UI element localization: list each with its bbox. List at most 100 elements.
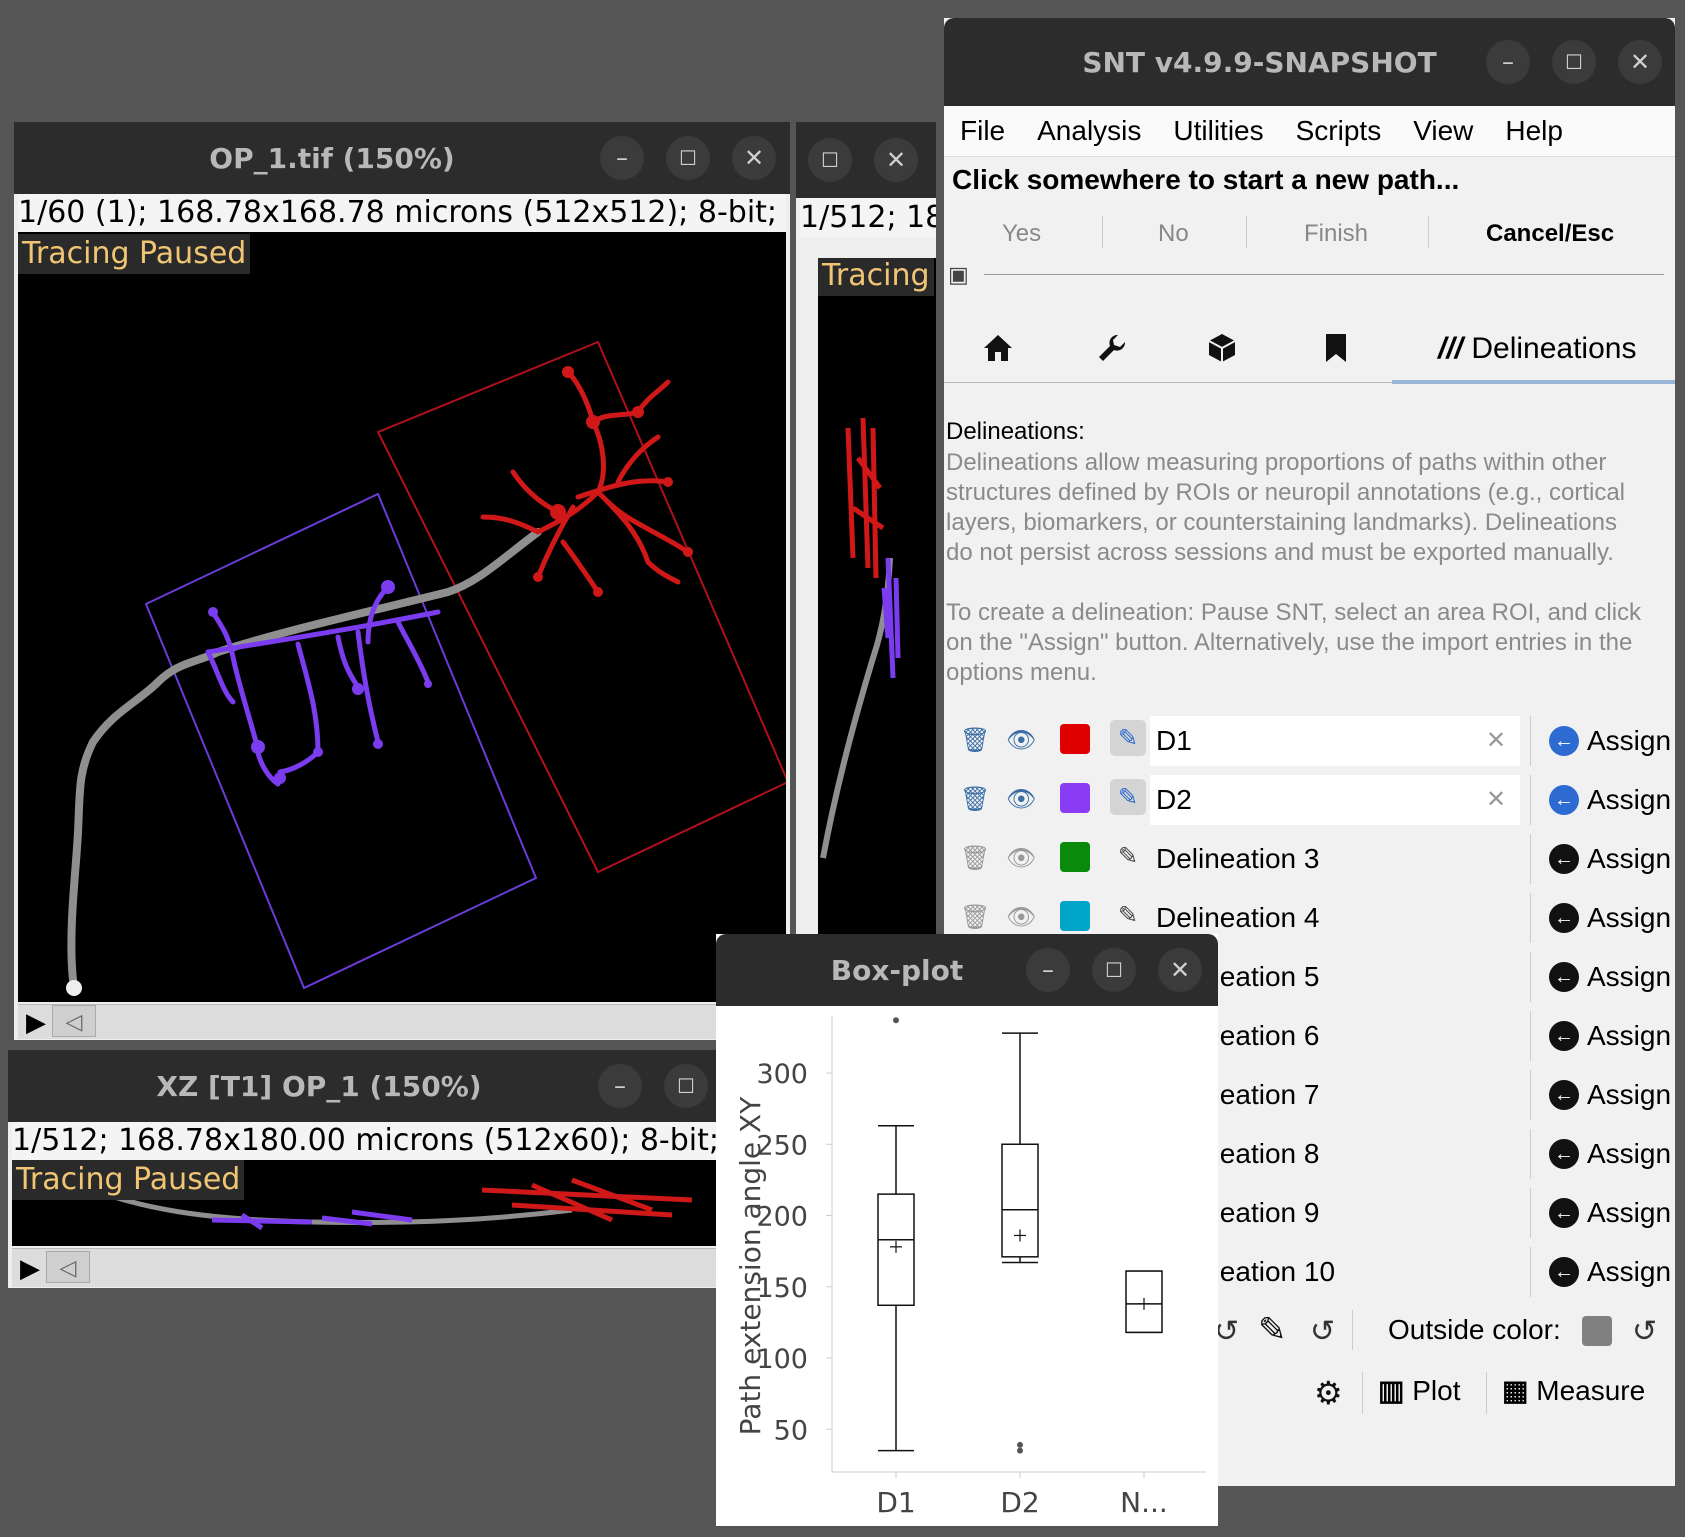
op1-title: OP_1.tif (150%): [209, 141, 455, 175]
status-prompt: Click somewhere to start a new path...: [952, 164, 1460, 195]
assign-button[interactable]: ← Assign: [1530, 1188, 1671, 1238]
arrow-left-icon: ←: [1549, 902, 1579, 933]
op1-close-button[interactable]: ✕: [732, 136, 776, 180]
menu-utilities[interactable]: Utilities: [1173, 115, 1263, 147]
snt-maximize-button[interactable]: ☐: [1552, 40, 1596, 84]
xz-maximize-button[interactable]: ☐: [664, 1064, 708, 1108]
divider: [1352, 1310, 1353, 1350]
bookmark-icon[interactable]: [1322, 332, 1350, 372]
wrench-icon[interactable]: [1096, 332, 1128, 372]
xz-info-bar: 1/512; 168.78x180.00 microns (512x60); 8…: [12, 1122, 770, 1160]
assign-button[interactable]: ← Assign: [1530, 716, 1671, 766]
play-icon[interactable]: ▶: [26, 1007, 46, 1038]
xz-image-canvas[interactable]: Tracing Paused: [12, 1160, 770, 1246]
boxplot-titlebar[interactable]: Box-plot – ☐ ✕: [716, 934, 1218, 1006]
op1-minimize-button[interactable]: –: [600, 136, 644, 180]
yz-image-canvas[interactable]: Tracing: [818, 258, 936, 942]
assign-label: Assign: [1587, 1020, 1672, 1051]
trash-icon[interactable]: 🗑: [960, 844, 990, 873]
y-tick-label: 200: [756, 1202, 808, 1233]
delineation-row: 🗑 👁 ✎ D1 ✕ ← Assign: [946, 714, 1676, 770]
yz-titlebar[interactable]: ☐ ✕: [796, 122, 936, 198]
menu-scripts[interactable]: Scripts: [1296, 115, 1382, 147]
snt-minimize-button[interactable]: –: [1486, 40, 1530, 84]
measure-button[interactable]: ▦ Measure: [1502, 1374, 1645, 1407]
op1-maximize-button[interactable]: ☐: [666, 136, 710, 180]
yz-maximize-button[interactable]: ☐: [808, 138, 852, 182]
op1-image-canvas[interactable]: Tracing Paused: [18, 232, 786, 1002]
outlier-point: [1017, 1447, 1023, 1454]
eye-icon[interactable]: 👁: [1006, 903, 1036, 932]
delineation-name-field[interactable]: Delineation 3: [1150, 834, 1520, 884]
edit-pencil-icon[interactable]: ✎: [1110, 838, 1146, 874]
cancel-button[interactable]: Cancel/Esc: [1486, 220, 1614, 248]
plot-button[interactable]: ▥ Plot: [1378, 1374, 1461, 1407]
outside-color-reset-icon[interactable]: ↺: [1632, 1314, 1657, 1349]
assign-label: Assign: [1587, 902, 1672, 933]
boxplot-maximize-button[interactable]: ☐: [1092, 948, 1136, 992]
delineation-name-field[interactable]: D1: [1150, 716, 1520, 766]
edit-pencil-icon[interactable]: ✎: [1110, 720, 1146, 756]
op1-slice-scrollbar[interactable]: ▶ ◁: [18, 1004, 786, 1039]
yes-button[interactable]: Yes: [1002, 220, 1041, 248]
menu-help[interactable]: Help: [1505, 115, 1563, 147]
assign-button[interactable]: ← Assign: [1530, 834, 1671, 884]
xz-minimize-button[interactable]: –: [598, 1064, 642, 1108]
yz-close-button[interactable]: ✕: [874, 138, 918, 182]
settings-gear-icon[interactable]: ⚙: [1314, 1374, 1343, 1412]
edit-pencil-icon[interactable]: ✎: [1110, 779, 1146, 815]
assign-button[interactable]: ← Assign: [1530, 775, 1671, 825]
scroll-left-arrow[interactable]: ◁: [46, 1251, 90, 1283]
color-swatch[interactable]: [1060, 901, 1090, 931]
assign-button[interactable]: ← Assign: [1530, 1070, 1671, 1120]
op1-tracing-status: Tracing Paused: [18, 234, 251, 274]
snt-menubar: File Analysis Utilities Scripts View Hel…: [944, 106, 1675, 157]
assign-button[interactable]: ← Assign: [1530, 1129, 1671, 1179]
arrow-left-icon: ←: [1549, 1079, 1579, 1110]
xz-slice-scrollbar[interactable]: ▶ ◁: [12, 1248, 770, 1287]
menu-file[interactable]: File: [960, 115, 1005, 147]
eye-icon[interactable]: 👁: [1006, 726, 1036, 755]
clear-icon[interactable]: ✕: [1486, 785, 1506, 814]
home-icon[interactable]: [982, 332, 1014, 372]
trash-icon[interactable]: 🗑: [960, 726, 990, 755]
assign-label: Assign: [1587, 961, 1672, 992]
snt-close-button[interactable]: ✕: [1618, 40, 1662, 84]
x-tick-label: D2: [1000, 1486, 1039, 1519]
assistant-icon[interactable]: ▣: [948, 262, 969, 288]
color-swatch[interactable]: [1060, 842, 1090, 872]
assign-button[interactable]: ← Assign: [1530, 952, 1671, 1002]
clear-icon[interactable]: ✕: [1486, 726, 1506, 755]
trash-icon[interactable]: 🗑: [960, 785, 990, 814]
color-swatch[interactable]: [1060, 724, 1090, 754]
boxplot-close-button[interactable]: ✕: [1158, 948, 1202, 992]
table-icon: ▦: [1502, 1375, 1529, 1406]
trash-icon[interactable]: 🗑: [960, 903, 990, 932]
boxplot-minimize-button[interactable]: –: [1026, 948, 1070, 992]
assign-button[interactable]: ← Assign: [1530, 1011, 1671, 1061]
y-tick-label: 300: [756, 1059, 808, 1090]
menu-view[interactable]: View: [1413, 115, 1473, 147]
cube-icon[interactable]: [1206, 332, 1238, 372]
op1-titlebar[interactable]: OP_1.tif (150%) – ☐ ✕: [14, 122, 790, 194]
xz-titlebar[interactable]: XZ [T1] OP_1 (150%) – ☐: [8, 1050, 770, 1122]
menu-analysis[interactable]: Analysis: [1037, 115, 1141, 147]
assign-button[interactable]: ← Assign: [1530, 1247, 1671, 1297]
y-tick-label: 250: [756, 1130, 808, 1161]
reset-icon[interactable]: ↺: [1310, 1314, 1335, 1349]
outside-color-swatch[interactable]: [1582, 1316, 1612, 1346]
pencil-icon[interactable]: ✎: [1258, 1310, 1287, 1350]
eye-icon[interactable]: 👁: [1006, 844, 1036, 873]
tab-delineations[interactable]: /// Delineations: [1438, 332, 1636, 366]
color-swatch[interactable]: [1060, 783, 1090, 813]
assign-button[interactable]: ← Assign: [1530, 893, 1671, 943]
no-button[interactable]: No: [1158, 220, 1189, 248]
edit-pencil-icon[interactable]: ✎: [1110, 897, 1146, 933]
finish-button[interactable]: Finish: [1304, 220, 1368, 248]
neuron-trace-xy: [66, 340, 786, 996]
play-icon[interactable]: ▶: [20, 1253, 40, 1284]
snt-titlebar[interactable]: SNT v4.9.9-SNAPSHOT – ☐ ✕: [944, 18, 1675, 106]
eye-icon[interactable]: 👁: [1006, 785, 1036, 814]
delineation-name-field[interactable]: D2: [1150, 775, 1520, 825]
scroll-left-arrow[interactable]: ◁: [52, 1005, 96, 1037]
